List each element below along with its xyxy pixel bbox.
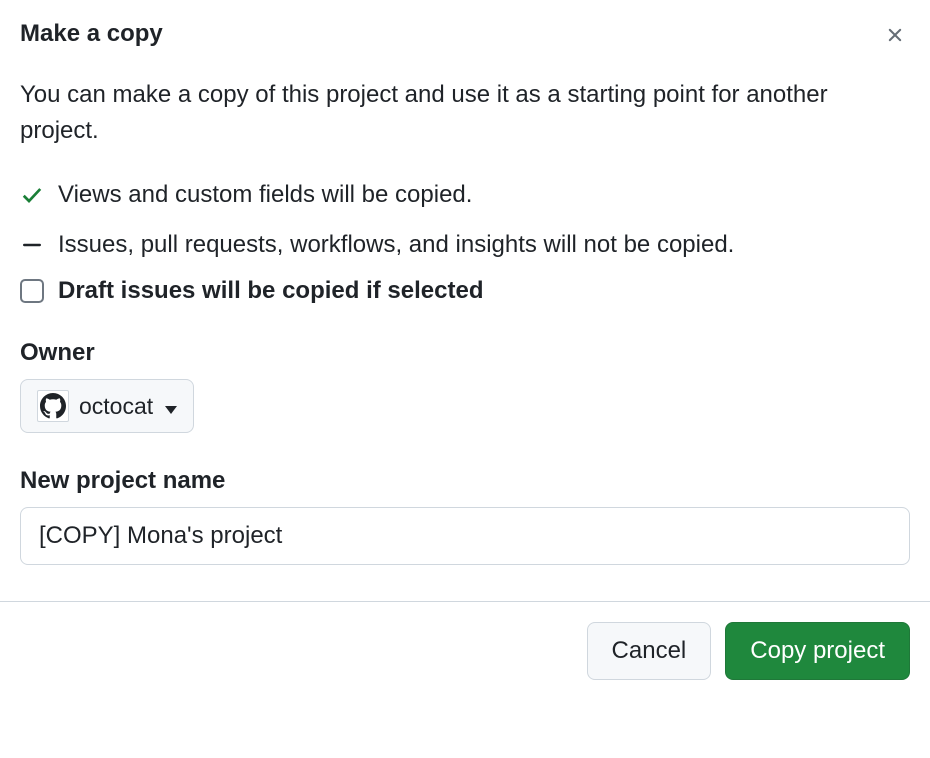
project-name-field-group: New project name [20,467,910,565]
project-name-label: New project name [20,467,910,495]
draft-issues-row: Draft issues will be copied if selected [20,277,910,305]
owner-field-group: Owner octocat [20,339,910,433]
owner-select[interactable]: octocat [20,379,194,433]
close-button[interactable] [880,20,910,53]
dash-icon [20,233,44,257]
info-copied-text: Views and custom fields will be copied. [58,177,472,213]
info-list: Views and custom fields will be copied. … [20,177,910,305]
dialog-header: Make a copy [20,20,910,53]
draft-issues-checkbox[interactable] [20,279,44,303]
owner-label: Owner [20,339,910,367]
copy-project-button[interactable]: Copy project [725,622,910,680]
caret-down-icon [165,393,177,420]
make-copy-dialog: Make a copy You can make a copy of this … [0,0,930,565]
info-copied-row: Views and custom fields will be copied. [20,177,910,213]
draft-issues-label: Draft issues will be copied if selected [58,277,483,305]
project-name-input[interactable] [20,507,910,565]
dialog-title: Make a copy [20,20,163,48]
info-not-copied-text: Issues, pull requests, workflows, and in… [58,227,734,263]
check-icon [20,183,44,207]
dialog-footer: Cancel Copy project [0,601,930,680]
info-not-copied-row: Issues, pull requests, workflows, and in… [20,227,910,263]
dialog-description: You can make a copy of this project and … [20,77,910,149]
owner-avatar [37,390,69,422]
owner-selected-name: octocat [79,393,153,420]
close-icon [884,24,906,49]
cancel-button[interactable]: Cancel [587,622,712,680]
